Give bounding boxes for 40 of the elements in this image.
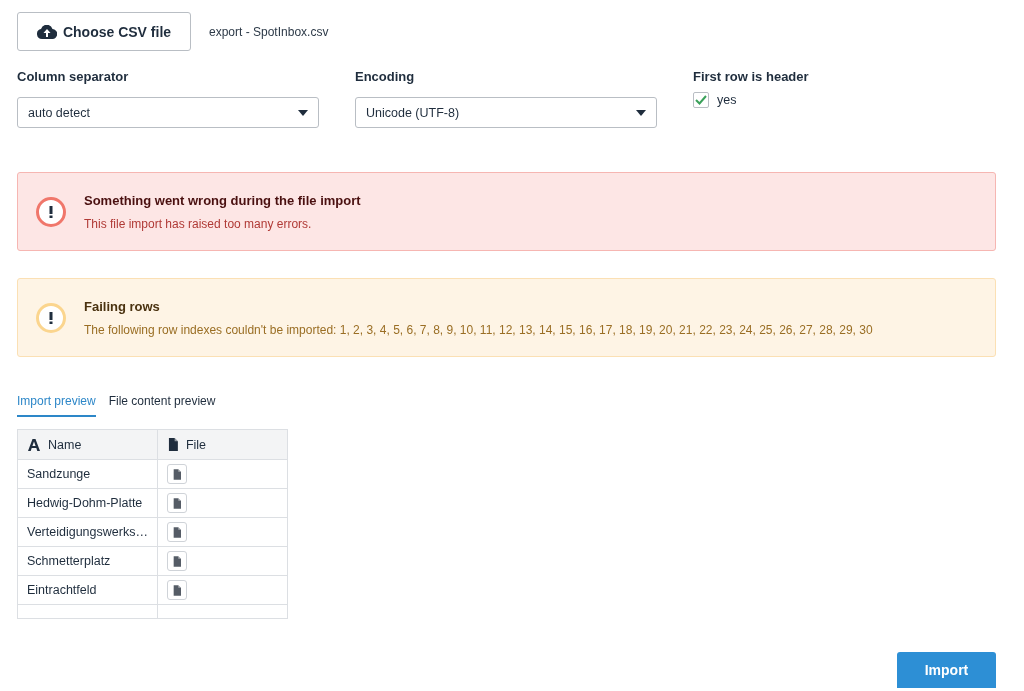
file-icon [172, 497, 181, 509]
file-icon [172, 468, 181, 480]
table-cell: Hedwig-Dohm-Platte [17, 488, 158, 518]
tab[interactable]: File content preview [108, 394, 216, 417]
column-header: Name [17, 429, 158, 460]
alert-title: Something went wrong during the file import [84, 192, 361, 208]
checkbox-label: yes [717, 93, 737, 107]
file-button[interactable] [166, 580, 187, 600]
field-label: First row is header [693, 69, 810, 84]
file-icon [172, 555, 181, 567]
cloud-upload-icon [36, 24, 57, 39]
file-button[interactable] [166, 493, 187, 513]
file-button[interactable] [166, 551, 187, 571]
file-icon [172, 526, 181, 538]
letter-a-icon [28, 438, 40, 451]
checkbox[interactable] [693, 92, 709, 108]
table-cell: Sandzunge [17, 459, 158, 489]
exclamation-icon [36, 302, 66, 333]
dropdown[interactable]: auto detect [17, 97, 319, 128]
column-header: File [157, 429, 288, 460]
file-icon [167, 438, 178, 451]
dropdown[interactable]: Unicode (UTF-8) [355, 97, 657, 128]
table-cell: Verteidigungswerks… [17, 517, 158, 547]
field-label: Encoding [355, 69, 416, 84]
alert-title: Failing rows [84, 298, 161, 314]
file-button[interactable] [166, 522, 187, 542]
file-button[interactable] [166, 464, 187, 484]
table-cell: Schmetterplatz [17, 546, 158, 576]
caret-icon [298, 109, 308, 116]
choose-file-button[interactable]: Choose CSV file [17, 12, 191, 51]
tab[interactable]: Import preview [17, 394, 96, 417]
table-cell: Eintrachtfeld [17, 575, 158, 605]
caret-icon [636, 109, 646, 116]
field-label: Column separator [17, 69, 130, 84]
alert-message: This file import has raised too many errors. [84, 216, 313, 231]
file-icon [172, 584, 181, 596]
import-button[interactable]: Import [897, 652, 996, 688]
alert-message: The following row indexes couldn't be imported: 1, 2, 3, 4, 5, 6, 7, 8, 9, 10, 11, 12, 13, 14, 15, 16, 17, 18, 19, 20, 21, 22, 23, 24, 25, 26, 27, 28, 29, 30 [84, 322, 873, 337]
exclamation-icon [36, 196, 66, 227]
file-name: export - SpotInbox.csv [209, 24, 329, 39]
